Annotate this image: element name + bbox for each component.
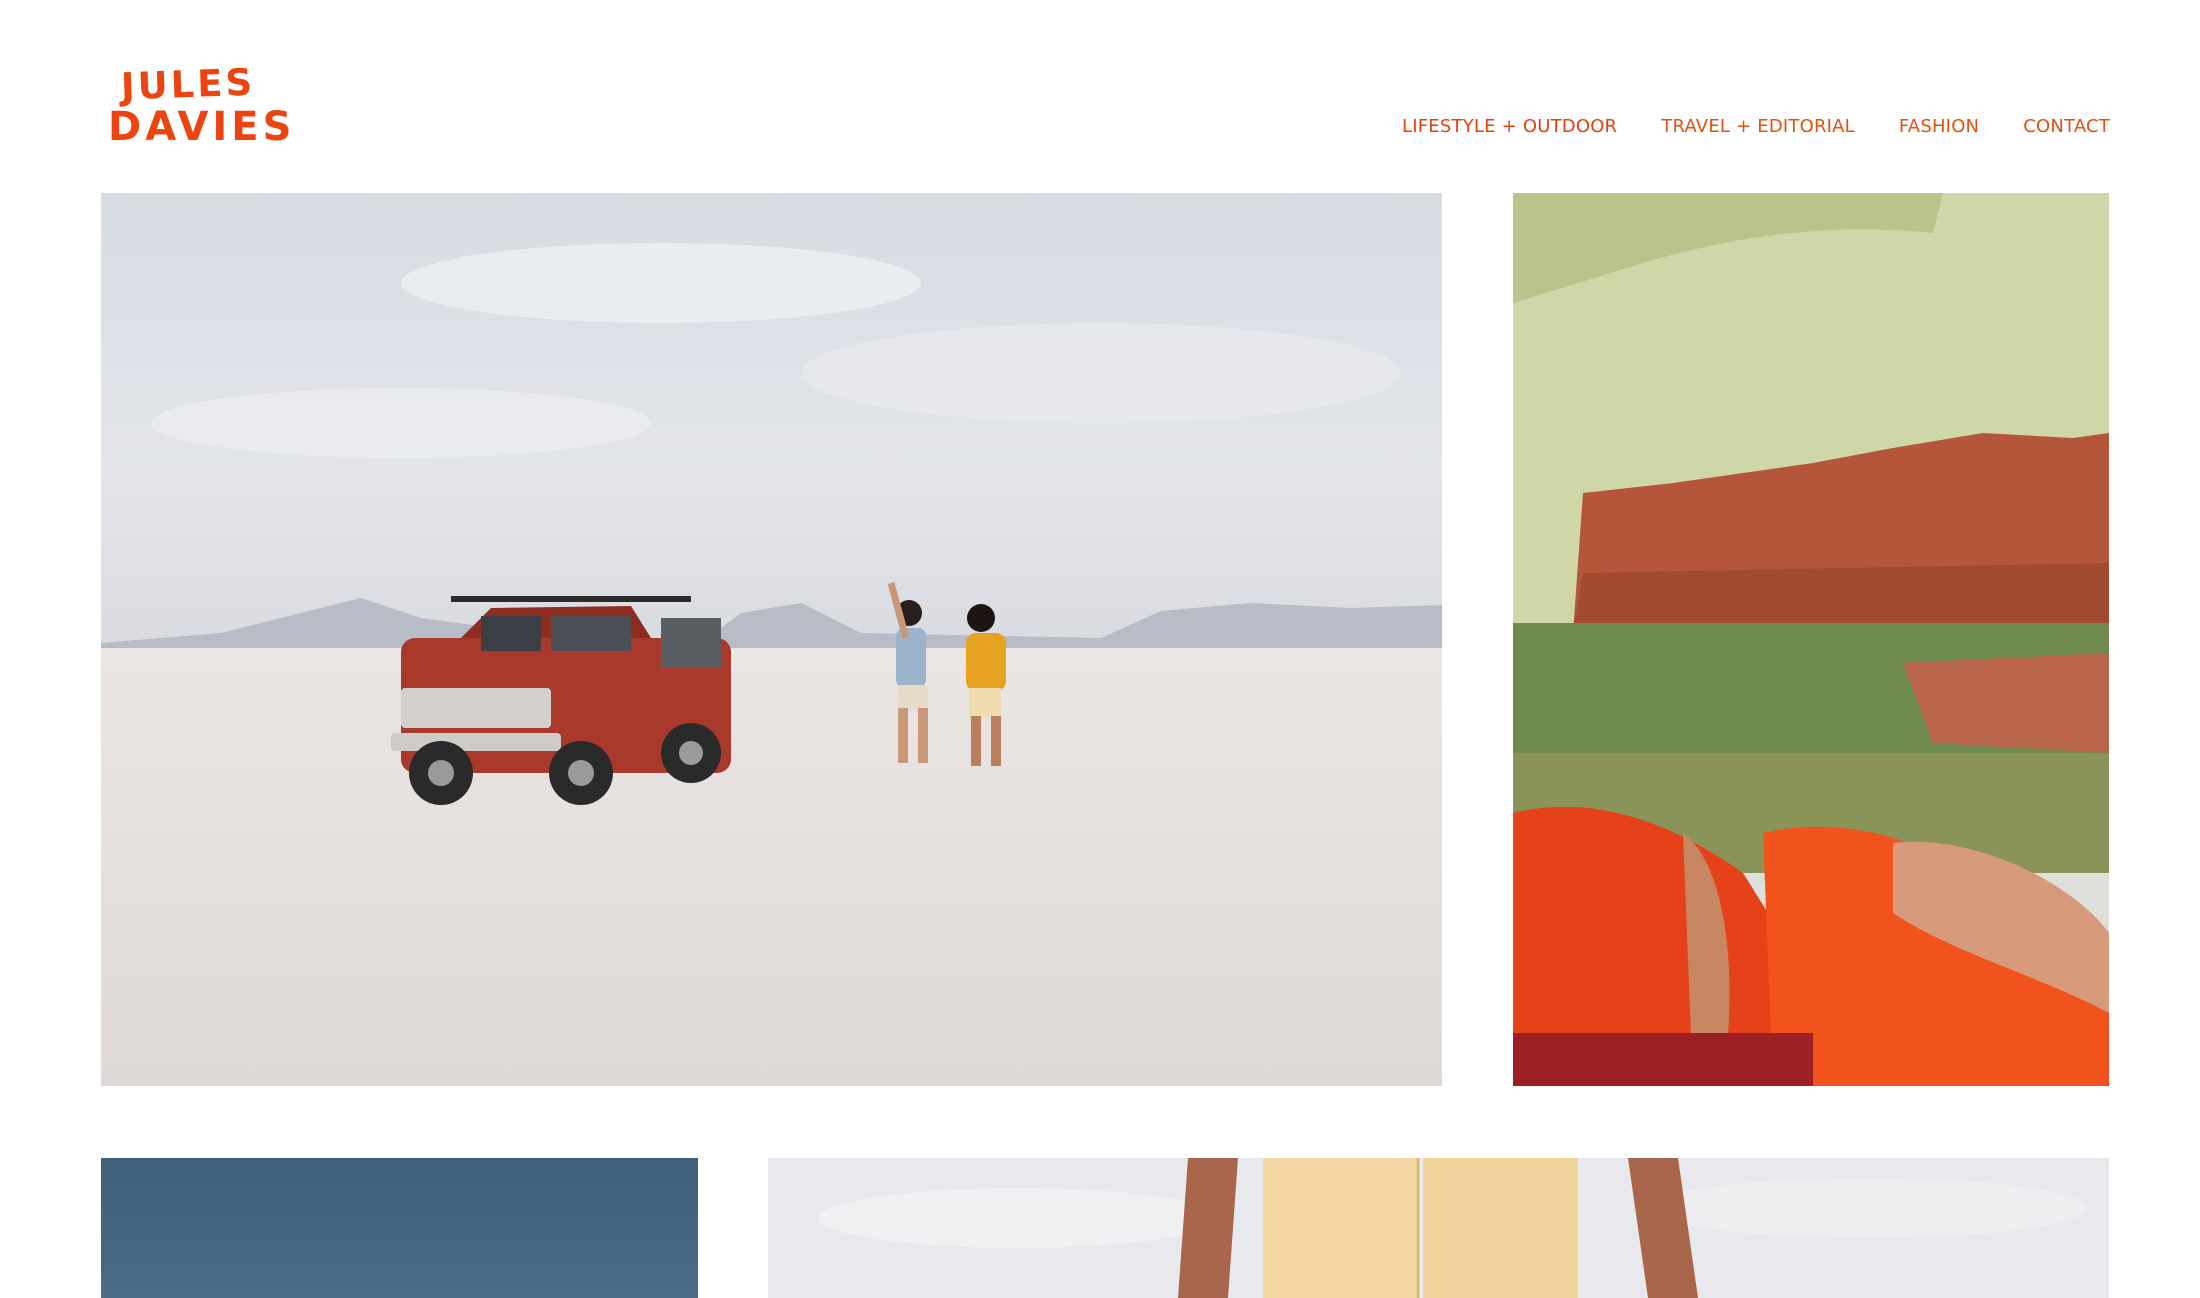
nav-contact[interactable]: CONTACT xyxy=(2023,116,2110,137)
canyon-tent-image xyxy=(1513,193,2109,1086)
gallery-photo-blue-sky[interactable] xyxy=(101,1158,698,1298)
logo-line-1: JULES xyxy=(120,60,256,109)
salt-flat-image xyxy=(101,193,1442,1086)
site-logo[interactable]: JULES DAVIES xyxy=(108,60,296,156)
nav-travel-editorial[interactable]: TRAVEL + EDITORIAL xyxy=(1661,116,1855,137)
logo-line-2: DAVIES xyxy=(108,104,296,150)
gallery-photo-salt-flat[interactable] xyxy=(101,193,1442,1086)
main-nav: LIFESTYLE + OUTDOOR TRAVEL + EDITORIAL F… xyxy=(1402,116,2110,137)
nav-fashion[interactable]: FASHION xyxy=(1899,116,1979,137)
blue-sky-image xyxy=(101,1158,698,1298)
nav-lifestyle-outdoor[interactable]: LIFESTYLE + OUTDOOR xyxy=(1402,116,1617,137)
gallery-photo-yellow-shorts[interactable] xyxy=(768,1158,2109,1298)
gallery-photo-canyon-tent[interactable] xyxy=(1513,193,2109,1086)
yellow-shorts-image xyxy=(768,1158,2109,1298)
